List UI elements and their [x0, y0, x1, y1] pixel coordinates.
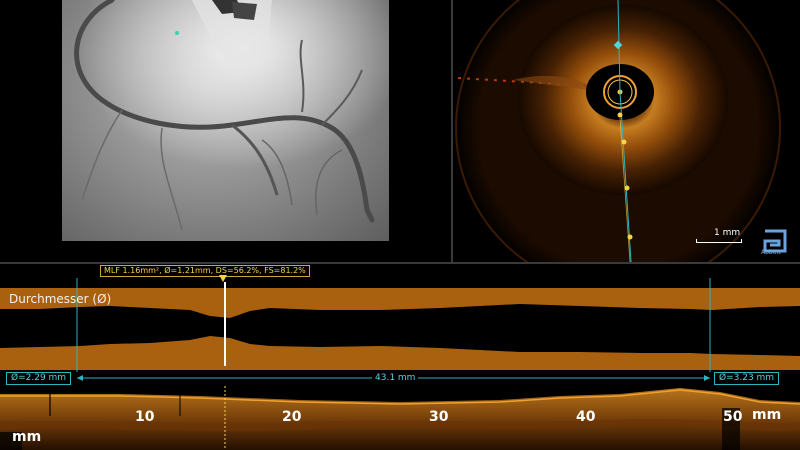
abbott-logo-text: Abbott: [761, 249, 782, 256]
axis-tick-50: 50: [723, 409, 743, 425]
axis-tick-30: 30: [429, 409, 449, 425]
angiography-image[interactable]: [62, 0, 389, 241]
left-reference-diameter: Ø=2.29 mm: [6, 372, 72, 385]
profile-title: Durchmesser (Ø): [9, 292, 112, 306]
axis-unit-left: mm: [12, 429, 42, 445]
oct-scale-label: 1 mm: [714, 228, 741, 238]
mlf-position-marker[interactable]: [219, 275, 227, 282]
axis-tick-40: 40: [576, 409, 596, 425]
panel-divider-vertical[interactable]: [451, 0, 453, 262]
mlf-measurement-label: MLF 1.16mm², Ø=1.21mm, DS=56.2%, FS=81.2…: [100, 265, 310, 277]
oct-cross-section-image[interactable]: [453, 0, 800, 262]
longitudinal-view-image[interactable]: [0, 386, 800, 450]
segment-length-label: 43.1 mm: [372, 373, 419, 383]
oct-scale-bar: [696, 239, 742, 243]
axis-tick-10: 10: [135, 409, 155, 425]
axis-tick-20: 20: [282, 409, 302, 425]
axis-unit-right: mm: [752, 407, 782, 423]
diameter-profile-graph[interactable]: [0, 264, 800, 386]
right-reference-diameter: Ø=3.23 mm: [714, 372, 780, 385]
